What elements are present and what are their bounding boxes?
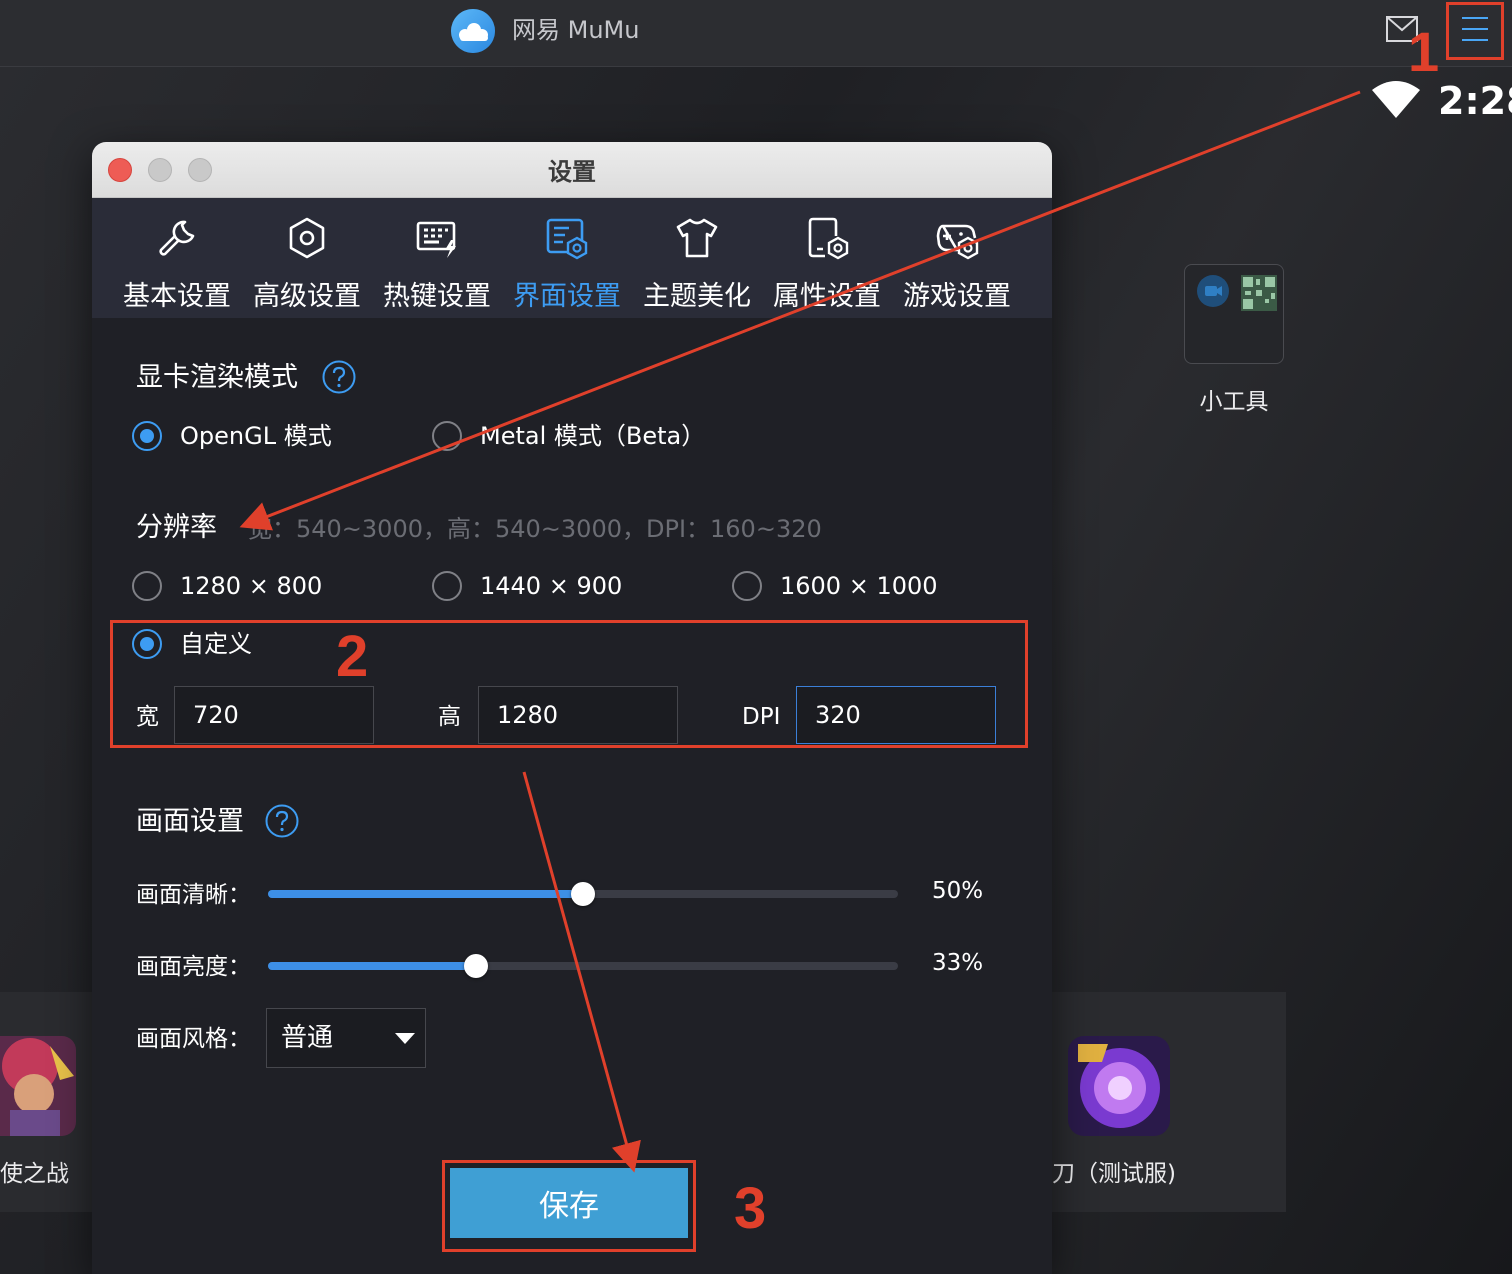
- dialog-title: 设置: [548, 158, 596, 186]
- clarity-label: 画面清晰：: [136, 882, 251, 908]
- save-button[interactable]: 保存: [450, 1168, 688, 1238]
- resolution-option-label: 1280 × 800: [180, 572, 323, 600]
- dpi-label: DPI: [742, 704, 781, 730]
- tab-label: 主题美化: [643, 281, 751, 312]
- tab-label: 热键设置: [383, 281, 491, 312]
- gamepad-settings-icon: [936, 224, 979, 260]
- tab-label: 游戏设置: [903, 281, 1011, 312]
- style-select[interactable]: 普通: [266, 1008, 426, 1068]
- height-input[interactable]: [478, 686, 678, 744]
- wrench-icon: [159, 220, 195, 256]
- app-title: 网易 MuMu: [512, 16, 640, 44]
- record-camera-icon: [1197, 275, 1229, 307]
- tab-label: 属性设置: [773, 281, 881, 312]
- tshirt-icon: [676, 218, 718, 258]
- display-settings-title: 画面设置: [136, 806, 244, 837]
- hamburger-menu-icon[interactable]: [1460, 14, 1490, 44]
- opengl-radio[interactable]: [132, 421, 162, 451]
- dialog-titlebar: 设置: [92, 142, 1052, 198]
- resolution-1440-radio[interactable]: [432, 571, 462, 601]
- clarity-slider[interactable]: [268, 882, 898, 906]
- width-input[interactable]: [174, 686, 374, 744]
- game-icon-right[interactable]: [1068, 1036, 1170, 1136]
- resolution-title: 分辨率: [136, 512, 217, 543]
- caret-down-icon: [395, 1033, 415, 1044]
- tab-property-settings[interactable]: 属性设置: [762, 198, 892, 318]
- width-label: 宽: [136, 704, 159, 730]
- qr-code-icon: [1241, 275, 1277, 311]
- tab-game-settings[interactable]: 游戏设置: [892, 198, 1022, 318]
- brightness-value: 33%: [932, 950, 984, 976]
- phone-settings-icon: [808, 217, 849, 260]
- custom-resolution-radio[interactable]: [132, 629, 162, 659]
- opengl-label: OpenGL 模式: [180, 422, 332, 450]
- style-select-value: 普通: [281, 1023, 334, 1053]
- clarity-slider-fill: [268, 890, 583, 898]
- brightness-slider-fill: [268, 962, 476, 970]
- dpi-input[interactable]: [796, 686, 996, 744]
- mumu-logo-icon: [451, 9, 495, 53]
- render-help-icon[interactable]: [322, 360, 356, 394]
- step-number-1: 1: [1408, 20, 1440, 83]
- style-label: 画面风格：: [136, 1026, 251, 1052]
- settings-tab-bar: 基本设置 高级设置 热键设置 界面设置 主题美化 属性设置 游戏设置: [92, 198, 1052, 318]
- game-icon-left[interactable]: [0, 1036, 76, 1136]
- height-label: 高: [438, 704, 461, 730]
- metal-label: Metal 模式（Beta）: [480, 422, 706, 450]
- tab-label: 高级设置: [253, 281, 361, 312]
- status-clock: 2:28: [1438, 79, 1512, 123]
- resolution-option-label: 1440 × 900: [480, 572, 623, 600]
- resolution-option-label: 1600 × 1000: [780, 572, 938, 600]
- brightness-slider-knob[interactable]: [463, 954, 488, 978]
- wifi-icon: [1372, 81, 1420, 118]
- tab-basic-settings[interactable]: 基本设置: [112, 198, 242, 318]
- game-label-left: 使之战: [0, 1161, 69, 1187]
- brightness-slider[interactable]: [268, 954, 898, 978]
- resolution-hint: 宽：540~3000，高：540~3000，DPI：160~320: [248, 515, 822, 543]
- step-number-2: 2: [336, 624, 369, 689]
- tab-theme[interactable]: 主题美化: [632, 198, 762, 318]
- hexagon-gear-icon: [289, 217, 325, 259]
- resolution-1280-radio[interactable]: [132, 571, 162, 601]
- resolution-1600-radio[interactable]: [732, 571, 762, 601]
- render-mode-title: 显卡渲染模式: [136, 362, 298, 393]
- clarity-value: 50%: [932, 878, 984, 904]
- step-number-3: 3: [734, 1176, 767, 1241]
- brightness-label: 画面亮度：: [136, 954, 251, 980]
- game-label-right: 刀（测试服): [1052, 1161, 1176, 1187]
- tab-advanced-settings[interactable]: 高级设置: [242, 198, 372, 318]
- display-help-icon[interactable]: [265, 804, 299, 838]
- keyboard-bolt-icon: [416, 221, 456, 258]
- tab-hotkey-settings[interactable]: 热键设置: [372, 198, 502, 318]
- custom-resolution-label: 自定义: [180, 630, 252, 658]
- metal-radio[interactable]: [432, 421, 462, 451]
- tab-label: 界面设置: [513, 281, 621, 312]
- emulator-top-bar: [0, 0, 1512, 67]
- tab-interface-settings[interactable]: 界面设置: [502, 198, 632, 318]
- clarity-slider-knob[interactable]: [571, 882, 595, 906]
- settings-dialog: 设置 基本设置 高级设置 热键设置 界面设置 主题美化 属性设置 游戏设置 显卡…: [92, 142, 1052, 1274]
- tools-label: 小工具: [1199, 389, 1269, 415]
- tab-label: 基本设置: [123, 281, 231, 312]
- tools-tile[interactable]: [1184, 264, 1284, 364]
- display-settings-icon: [546, 218, 588, 260]
